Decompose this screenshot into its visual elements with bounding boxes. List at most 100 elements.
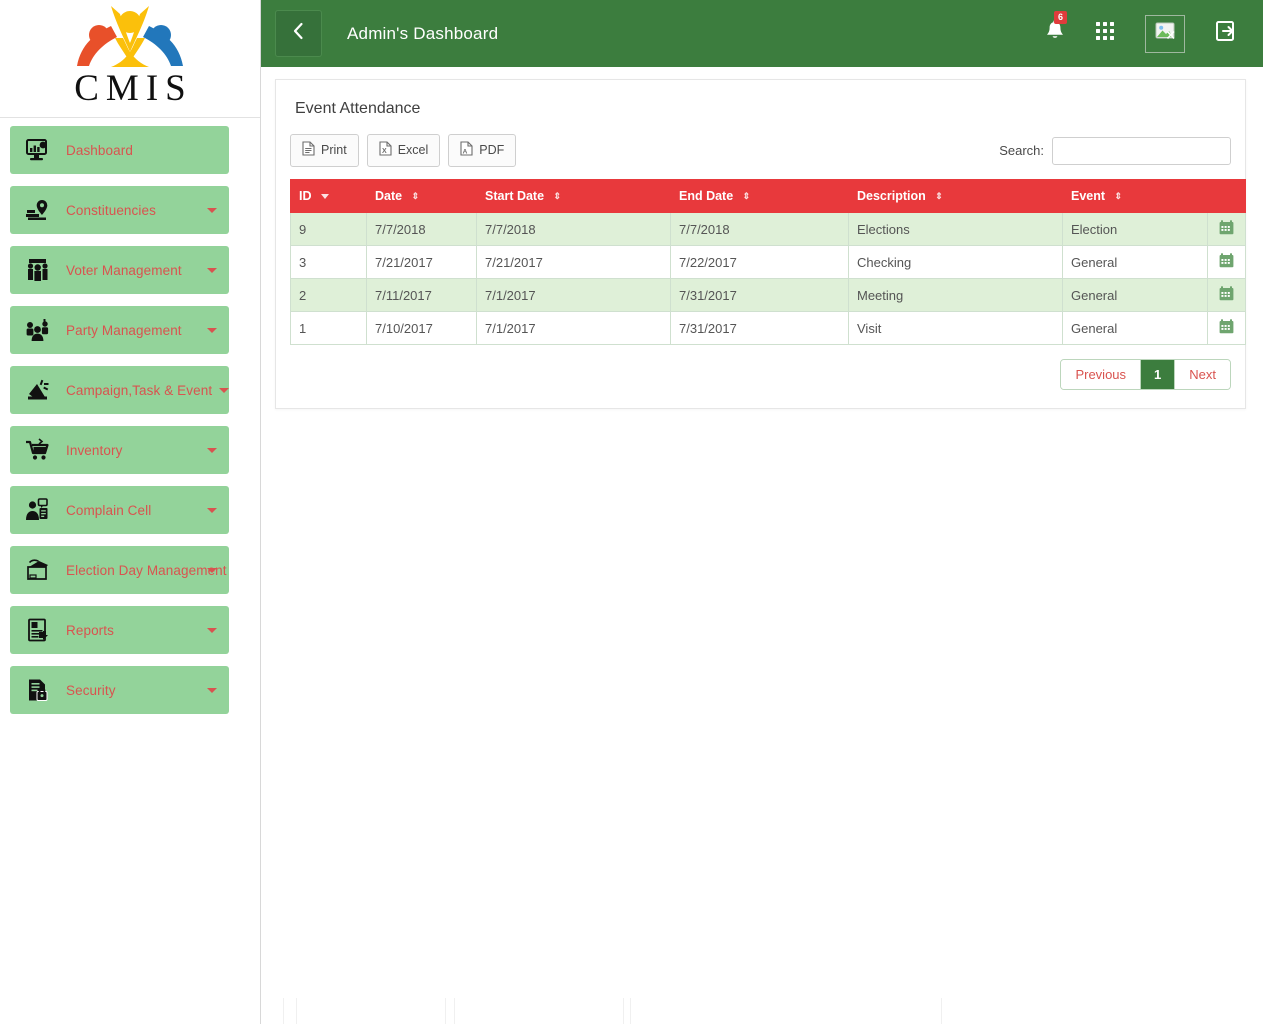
cell-end-date: 7/22/2017 — [670, 245, 849, 279]
calendar-icon[interactable] — [1219, 220, 1234, 238]
sort-both-icon: ⇕ — [553, 191, 562, 202]
search-input[interactable] — [1052, 136, 1231, 165]
ghost-col — [454, 998, 623, 1024]
column-label: Start Date — [485, 189, 545, 203]
event-attendance-card: Event Attendance Print X Excel A PDF Sea… — [275, 79, 1246, 409]
apps-grid-icon — [1095, 21, 1115, 46]
cell-end-date: 7/31/2017 — [670, 278, 849, 312]
report-document-icon — [10, 618, 66, 642]
search-label: Search: — [999, 143, 1044, 158]
notification-badge: 6 — [1054, 11, 1067, 24]
header-actions: 6 — [1045, 11, 1247, 53]
ghost-col — [445, 998, 454, 1024]
sidebar-item-constituencies[interactable]: Constituencies — [10, 186, 229, 234]
main-region: Admin's Dashboard 6 Event Attendance Pri… — [261, 0, 1263, 1024]
calendar-icon[interactable] — [1219, 253, 1234, 271]
sidebar-item-label: Election Day Management — [66, 562, 227, 578]
cell-id: 2 — [290, 278, 367, 312]
voters-group-icon — [10, 258, 66, 282]
pagination-page-1[interactable]: 1 — [1141, 360, 1176, 389]
map-pin-icon — [10, 198, 66, 222]
cell-start-date: 7/1/2017 — [476, 278, 671, 312]
column-header-description[interactable]: Description ⇕ — [848, 179, 1063, 213]
sidebar-item-voter-management[interactable]: Voter Management — [10, 246, 229, 294]
sidebar-item-party-management[interactable]: Party Management — [10, 306, 229, 354]
table-row[interactable]: 3 7/21/2017 7/21/2017 7/22/2017 Checking… — [290, 245, 1246, 279]
chevron-down-icon — [207, 567, 217, 573]
cell-date: 7/7/2018 — [366, 212, 477, 246]
pagination-next[interactable]: Next — [1175, 360, 1230, 389]
print-button[interactable]: Print — [290, 134, 359, 167]
excel-button[interactable]: X Excel — [366, 134, 441, 167]
sidebar-item-label: Dashboard — [66, 142, 133, 158]
search-area: Search: — [999, 136, 1231, 165]
broken-image-icon — [1155, 22, 1175, 45]
megaphone-icon — [10, 378, 66, 402]
cell-description: Checking — [848, 245, 1063, 279]
chevron-left-icon — [292, 22, 305, 45]
pdf-button[interactable]: A PDF — [448, 134, 517, 167]
sidebar-item-dashboard[interactable]: Dashboard — [10, 126, 229, 174]
cell-event: General — [1062, 278, 1208, 312]
column-label: End Date — [679, 189, 734, 203]
column-label: Event — [1071, 189, 1106, 203]
chevron-down-icon — [207, 327, 217, 333]
cell-start-date: 7/7/2018 — [476, 212, 671, 246]
notifications-button[interactable]: 6 — [1045, 11, 1067, 47]
sidebar-item-label: Constituencies — [66, 202, 156, 218]
bell-icon — [1045, 20, 1065, 47]
chevron-down-icon — [207, 627, 217, 633]
pagination: Previous 1 Next — [1060, 359, 1231, 390]
sidebar-item-label: Campaign,Task & Event — [66, 382, 213, 398]
chevron-down-icon — [207, 507, 217, 513]
cell-event: General — [1062, 311, 1208, 345]
ghost-col — [296, 998, 445, 1024]
cell-date: 7/10/2017 — [366, 311, 477, 345]
dashboard-monitor-icon — [10, 138, 66, 162]
sidebar-item-election-day-management[interactable]: Election Day Management — [10, 546, 229, 594]
column-header-event[interactable]: Event ⇕ — [1062, 179, 1208, 213]
ballot-box-icon — [10, 558, 66, 582]
sidebar-item-reports[interactable]: Reports — [10, 606, 229, 654]
brand-header: CMIS — [0, 0, 260, 118]
sidebar-menu: Dashboard Constituencies Voter Managemen… — [0, 118, 260, 714]
cell-start-date: 7/1/2017 — [476, 311, 671, 345]
cell-action[interactable] — [1207, 278, 1246, 312]
apps-button[interactable] — [1095, 21, 1115, 46]
cell-event: General — [1062, 245, 1208, 279]
sidebar-item-inventory[interactable]: Inventory — [10, 426, 229, 474]
sidebar: CMIS Dashboard Constituencies Voter Mana… — [0, 0, 261, 1024]
sidebar-item-campaign-task-event[interactable]: Campaign,Task & Event — [10, 366, 229, 414]
cmis-people-logo — [71, 4, 189, 70]
cell-id: 9 — [290, 212, 367, 246]
brand-name: CMIS — [74, 68, 193, 109]
pagination-previous[interactable]: Previous — [1061, 360, 1142, 389]
calendar-icon[interactable] — [1219, 286, 1234, 304]
sidebar-item-label: Reports — [66, 622, 114, 638]
table-row[interactable]: 9 7/7/2018 7/7/2018 7/7/2018 Elections E… — [290, 212, 1246, 246]
cell-action[interactable] — [1207, 245, 1246, 279]
avatar[interactable] — [1145, 14, 1185, 53]
cell-event: Election — [1062, 212, 1208, 246]
excel-file-icon: X — [379, 141, 392, 160]
sidebar-item-complain-cell[interactable]: Complain Cell — [10, 486, 229, 534]
logout-button[interactable] — [1215, 20, 1237, 47]
cell-date: 7/21/2017 — [366, 245, 477, 279]
document-lock-icon — [10, 678, 66, 702]
page-title: Admin's Dashboard — [347, 23, 499, 43]
table-row[interactable]: 2 7/11/2017 7/1/2017 7/31/2017 Meeting G… — [290, 278, 1246, 312]
cell-action[interactable] — [1207, 212, 1246, 246]
column-header-start-date[interactable]: Start Date ⇕ — [476, 179, 671, 213]
column-header-date[interactable]: Date ⇕ — [366, 179, 477, 213]
back-button[interactable] — [275, 10, 322, 57]
table-row[interactable]: 1 7/10/2017 7/1/2017 7/31/2017 Visit Gen… — [290, 311, 1246, 345]
sidebar-item-security[interactable]: Security — [10, 666, 229, 714]
calendar-icon[interactable] — [1219, 319, 1234, 337]
column-header-end-date[interactable]: End Date ⇕ — [670, 179, 849, 213]
cell-description: Elections — [848, 212, 1063, 246]
column-label: Description — [857, 189, 926, 203]
ghost-col — [630, 998, 941, 1024]
cell-action[interactable] — [1207, 311, 1246, 345]
print-document-icon — [302, 141, 315, 160]
column-header-id[interactable]: ID — [290, 179, 367, 213]
